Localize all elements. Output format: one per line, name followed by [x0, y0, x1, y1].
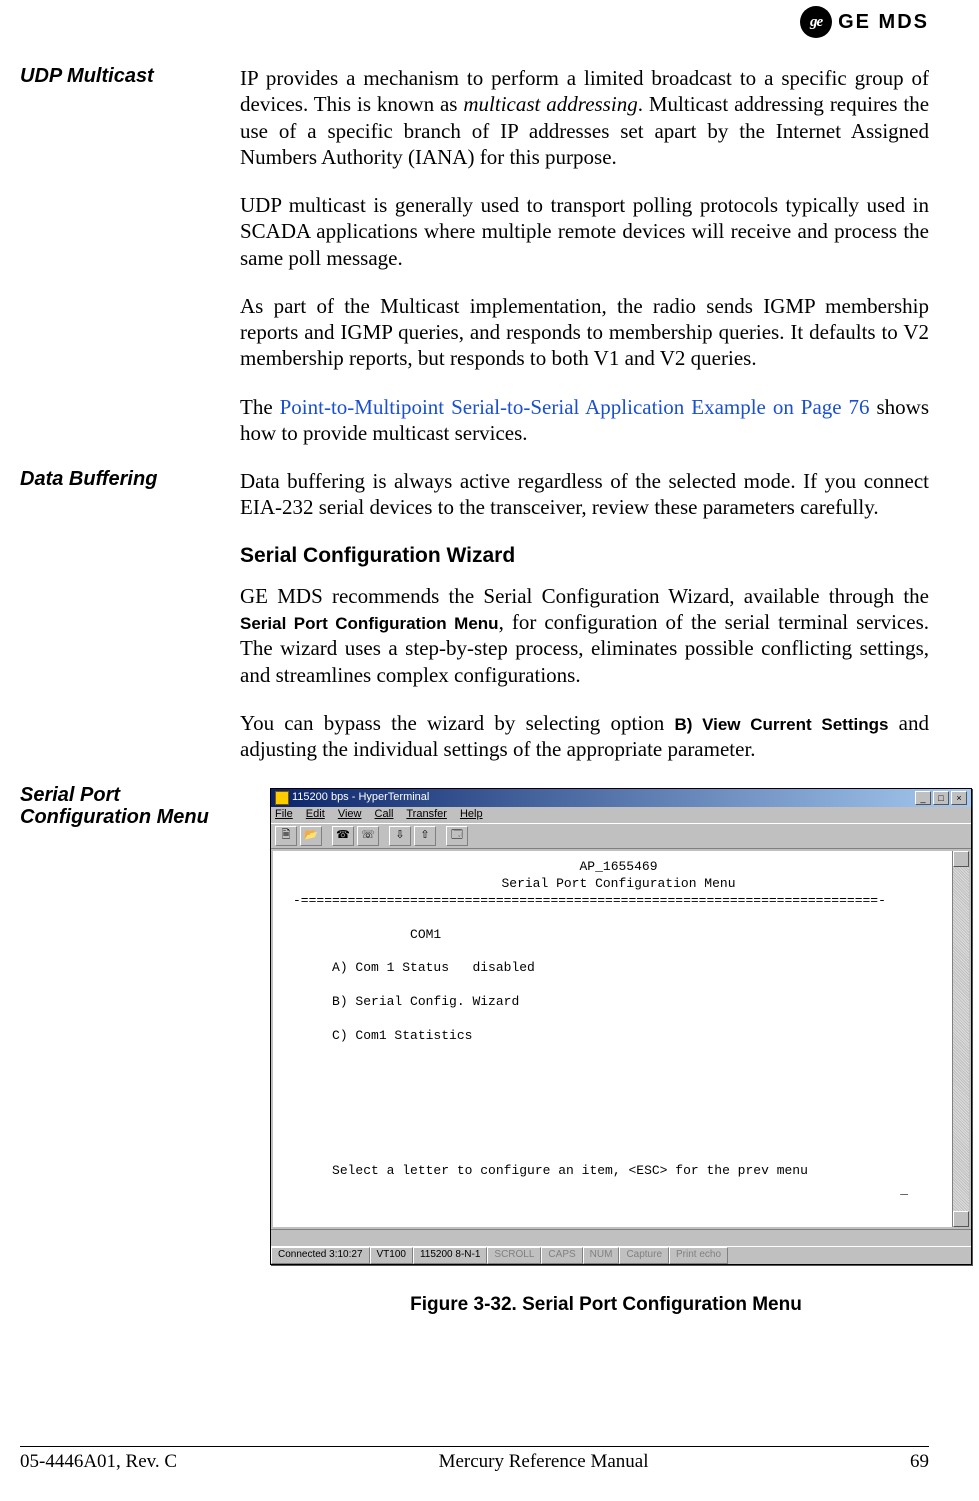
menubar: File Edit View Call Transfer Help	[271, 807, 971, 823]
status-num: NUM	[583, 1247, 620, 1264]
heading-serial-wizard: Serial Configuration Wizard	[240, 543, 929, 569]
tool-open-icon[interactable]: 📂	[300, 826, 322, 846]
term-prompt: Select a letter to configure an item, <E…	[332, 1163, 808, 1178]
udp-paragraph-1: IP provides a mechanism to perform a lim…	[240, 65, 929, 170]
window-titlebar: 115200 bps - HyperTerminal _ □ ×	[271, 789, 971, 807]
menu-call[interactable]: Call	[375, 808, 394, 820]
term-option-c: C) Com1 Statistics	[332, 1028, 472, 1043]
figure-caption: Figure 3-32. Serial Port Configuration M…	[240, 1293, 972, 1317]
link-p2mp-example[interactable]: Point-to-Multipoint Serial-to-Serial App…	[280, 395, 870, 419]
footer-page-number: 69	[910, 1451, 929, 1473]
menu-help[interactable]: Help	[460, 808, 483, 820]
udp-paragraph-4: The Point-to-Multipoint Serial-to-Serial…	[240, 394, 929, 447]
minimize-button[interactable]: _	[915, 791, 931, 805]
term-col-head: COM1	[410, 927, 441, 942]
text: You can bypass the wizard by selecting o…	[240, 711, 674, 735]
tool-send-icon[interactable]: ⇩	[389, 826, 411, 846]
tool-receive-icon[interactable]: ⇧	[414, 826, 436, 846]
term-separator: -=======================================…	[293, 893, 886, 908]
toolbar: 🗎 📂 ☎ ☏ ⇩ ⇧ 🗔	[271, 823, 971, 849]
maximize-button[interactable]: □	[933, 791, 949, 805]
term-option-a: A) Com 1 Status disabled	[332, 960, 535, 975]
tool-new-icon[interactable]: 🗎	[275, 826, 297, 846]
page-footer: 05-4446A01, Rev. C Mercury Reference Man…	[20, 1446, 929, 1473]
status-bar: Connected 3:10:27 VT100 115200 8-N-1 SCR…	[271, 1246, 971, 1264]
horizontal-scrollbar[interactable]	[271, 1229, 971, 1246]
window-title: 115200 bps - HyperTerminal	[292, 791, 429, 805]
udp-paragraph-2: UDP multicast is generally used to trans…	[240, 192, 929, 271]
close-button[interactable]: ×	[951, 791, 967, 805]
udp-paragraph-3: As part of the Multicast implementation,…	[240, 293, 929, 372]
menu-view[interactable]: View	[338, 808, 362, 820]
footer-doc-id: 05-4446A01, Rev. C	[20, 1451, 177, 1473]
buffer-paragraph-1: Data buffering is always active regardle…	[240, 468, 929, 521]
status-echo: Print echo	[669, 1247, 728, 1264]
status-connection: Connected 3:10:27	[271, 1247, 370, 1264]
term-device-id: AP_1655469	[293, 859, 944, 876]
vertical-scrollbar[interactable]	[952, 851, 969, 1227]
tool-disconnect-icon[interactable]: ☏	[357, 826, 379, 846]
status-scroll: SCROLL	[487, 1247, 541, 1264]
cursor-icon: _	[900, 1182, 908, 1199]
side-heading-udp: UDP Multicast	[20, 65, 230, 87]
footer-title: Mercury Reference Manual	[439, 1451, 649, 1473]
tool-properties-icon[interactable]: 🗔	[446, 826, 468, 846]
side-heading-buffering: Data Buffering	[20, 468, 230, 490]
brand-text: GE MDS	[838, 11, 929, 34]
terminal-output[interactable]: AP_1655469Serial Port Configuration Menu…	[273, 851, 952, 1227]
wizard-paragraph-1: GE MDS recommends the Serial Configurati…	[240, 583, 929, 688]
ge-monogram-icon: ge	[800, 6, 832, 38]
status-rate: 115200 8-N-1	[413, 1247, 487, 1264]
term-screen-title: Serial Port Configuration Menu	[293, 876, 944, 893]
side-heading-figure: Serial Port Configuration Menu	[20, 784, 230, 828]
tool-connect-icon[interactable]: ☎	[332, 826, 354, 846]
text: The	[240, 395, 280, 419]
term-option-b: B) Serial Config. Wizard	[332, 994, 519, 1009]
menu-transfer[interactable]: Transfer	[406, 808, 447, 820]
emphasis-multicast: multicast addressing	[463, 92, 637, 116]
app-icon	[275, 791, 289, 805]
hyperterminal-window: 115200 bps - HyperTerminal _ □ × File Ed…	[270, 788, 972, 1264]
bold-option-b: B) View Current Settings	[674, 715, 888, 734]
bold-menu-name: Serial Port Configuration Menu	[240, 614, 499, 633]
status-caps: CAPS	[541, 1247, 582, 1264]
text: GE MDS recommends the Serial Configurati…	[240, 584, 929, 608]
status-capture: Capture	[619, 1247, 669, 1264]
wizard-paragraph-2: You can bypass the wizard by selecting o…	[240, 710, 929, 763]
menu-edit[interactable]: Edit	[306, 808, 325, 820]
brand-logo: ge GE MDS	[800, 6, 929, 38]
status-emulation: VT100	[370, 1247, 413, 1264]
menu-file[interactable]: File	[275, 808, 293, 820]
